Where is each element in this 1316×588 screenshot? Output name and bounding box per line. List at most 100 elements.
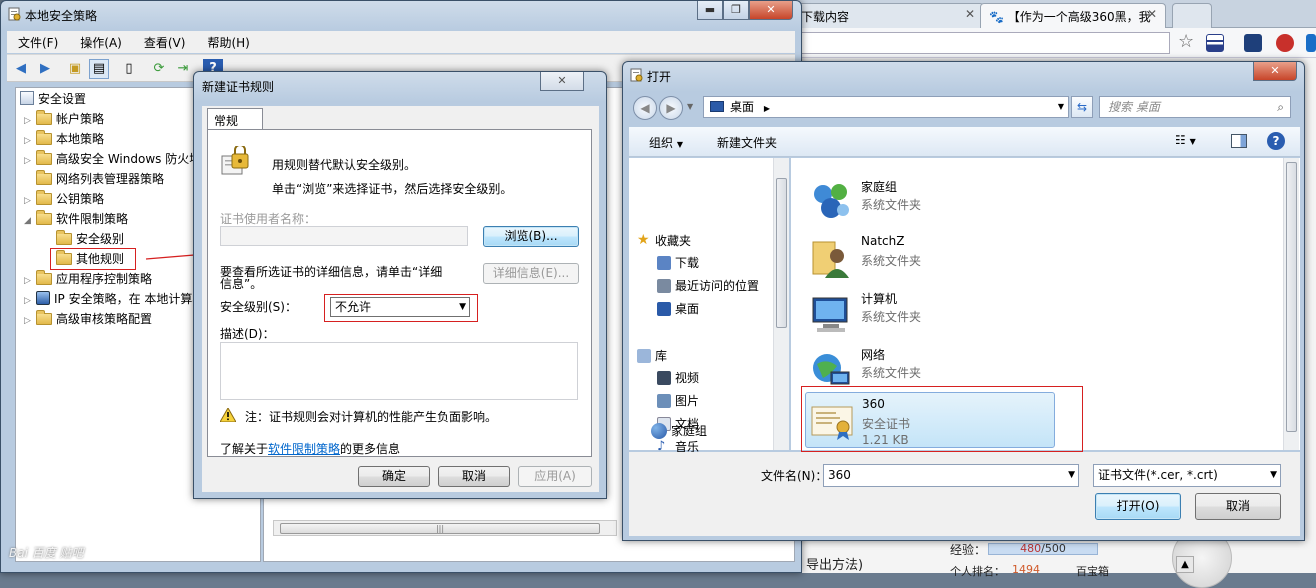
nav-item-homegroup[interactable]: 家庭组 xyxy=(651,422,707,440)
path-dropdown-icon[interactable]: ▼ xyxy=(1058,97,1064,117)
tree-node-advanced-audit[interactable]: ▷ 高级审核策略配置 xyxy=(24,310,152,328)
chevron-down-icon: ▼ xyxy=(676,140,683,149)
open-file-dialog: 打开 ✕ ◀ ▶ ▼ 桌面 ▶ ▼ ⇆ 搜索 桌面 ⌕ 组织 ▼ 新建文件夹 ☷… xyxy=(622,61,1305,541)
description-textarea[interactable] xyxy=(220,342,578,400)
properties-icon[interactable]: ▯ xyxy=(119,59,139,79)
menu-view[interactable]: 查看(V) xyxy=(133,34,197,51)
folder-icon xyxy=(56,230,72,245)
menu-help[interactable]: 帮助(H) xyxy=(196,34,260,51)
browse-button[interactable]: 浏览(B)... xyxy=(483,226,579,247)
nav-item-recent-places[interactable]: 最近访问的位置 xyxy=(657,277,759,295)
forward-arrow-icon[interactable]: ▶ xyxy=(659,96,683,120)
navigation-scrollbar[interactable] xyxy=(773,158,789,450)
star-icon[interactable]: ☆ xyxy=(1178,31,1194,52)
file-item-homegroup[interactable]: 家庭组 系统文件夹 xyxy=(805,174,1055,228)
close-icon[interactable]: ✕ xyxy=(965,7,975,21)
expand-arrow-icon[interactable]: ▷ xyxy=(24,272,36,290)
show-tree-icon[interactable]: ▤ xyxy=(89,59,109,79)
tree-node-security-settings[interactable]: 安全设置 xyxy=(20,90,86,108)
forward-extension-icon[interactable] xyxy=(1244,34,1262,52)
refresh-icon[interactable]: ⟳ xyxy=(149,59,169,79)
expand-arrow-icon[interactable]: ▷ xyxy=(24,292,36,310)
help-icon[interactable]: ? xyxy=(1267,132,1285,150)
tree-node-app-control[interactable]: ▷ 应用程序控制策略 xyxy=(24,270,152,288)
close-button[interactable]: ✕ xyxy=(540,72,584,91)
close-button[interactable]: ✕ xyxy=(1253,62,1297,81)
file-type: 系统文件夹 xyxy=(861,366,922,380)
file-list-scrollbar[interactable] xyxy=(1283,158,1299,450)
tree-node-network-list[interactable]: 网络列表管理器策略 xyxy=(36,170,164,188)
scrollbar-thumb[interactable] xyxy=(1286,162,1297,432)
highlight-box-security-level xyxy=(324,294,478,322)
recent-pages-chevron-icon[interactable]: ▼ xyxy=(687,102,693,111)
tab-downloads[interactable]: 下载内容 ✕ xyxy=(792,3,984,28)
details-button[interactable]: 详细信息(E)... xyxy=(483,263,579,284)
minimize-button[interactable]: ▬ xyxy=(697,1,723,20)
new-folder-button[interactable]: 新建文件夹 xyxy=(717,134,777,151)
open-button[interactable]: 打开(O) xyxy=(1095,493,1181,520)
back-arrow-icon[interactable]: ◀ xyxy=(633,96,657,120)
up-folder-icon[interactable]: ▣ xyxy=(65,59,85,79)
tree-node-security-levels[interactable]: 安全级别 xyxy=(56,230,124,248)
scrollbar-thumb[interactable] xyxy=(776,178,787,328)
menu-action[interactable]: 操作(A) xyxy=(69,34,133,51)
export-list-icon[interactable]: ⇥ xyxy=(173,59,193,79)
menu-file[interactable]: 文件(F) xyxy=(7,34,69,51)
search-input[interactable]: 搜索 桌面 ⌕ xyxy=(1099,96,1291,118)
path-segment-desktop[interactable]: 桌面 xyxy=(730,100,754,114)
reading-list-icon[interactable] xyxy=(1206,34,1224,52)
tree-node-ip-security[interactable]: ▷ IP 安全策略，在 本地计算机 xyxy=(24,290,204,308)
expand-arrow-icon[interactable]: ▷ xyxy=(24,312,36,330)
new-tab-button[interactable] xyxy=(1172,3,1212,28)
pinterest-icon[interactable] xyxy=(1276,34,1294,52)
software-restriction-link[interactable]: 软件限制策略 xyxy=(268,442,340,456)
nav-item-videos[interactable]: 视频 xyxy=(657,369,699,387)
tree-node-account-policies[interactable]: ▷ 帐户策略 xyxy=(24,110,104,128)
cancel-button[interactable]: 取消 xyxy=(438,466,510,487)
tree-node-firewall[interactable]: ▷ 高级安全 Windows 防火墙 xyxy=(24,150,201,168)
address-bar[interactable] xyxy=(800,32,1170,54)
filename-label: 文件名(N)： xyxy=(761,469,828,483)
tab-general[interactable]: 常规 xyxy=(207,108,263,130)
nav-item-libraries[interactable]: 库 xyxy=(637,347,667,365)
nav-item-downloads[interactable]: 下载 xyxy=(657,254,699,272)
scroll-top-button[interactable]: ▲ xyxy=(1176,556,1194,573)
apply-button[interactable]: 应用(A) xyxy=(518,466,592,487)
view-options-icon[interactable]: ☷ ▼ xyxy=(1175,133,1209,151)
file-item-computer[interactable]: 计算机 系统文件夹 xyxy=(805,286,1055,340)
nav-item-favorites[interactable]: ★ 收藏夹 xyxy=(637,232,691,250)
expand-arrow-icon[interactable]: ▷ xyxy=(24,132,36,150)
forward-arrow-icon[interactable]: ▶ xyxy=(35,59,55,79)
tree-node-software-restriction[interactable]: ◢ 软件限制策略 xyxy=(24,210,128,228)
nav-item-desktop[interactable]: 桌面 xyxy=(657,300,699,318)
breadcrumb-arrow-icon[interactable]: ▶ xyxy=(764,104,770,113)
certificate-subject-field[interactable] xyxy=(220,226,468,246)
window-controls: ▬ ❐ ✕ xyxy=(697,1,793,20)
close-button[interactable]: ✕ xyxy=(749,1,793,20)
collapse-arrow-icon[interactable]: ◢ xyxy=(24,212,36,230)
ok-button[interactable]: 确定 xyxy=(358,466,430,487)
expand-arrow-icon[interactable]: ▷ xyxy=(24,112,36,130)
expand-arrow-icon[interactable]: ▷ xyxy=(24,152,36,170)
cancel-button[interactable]: 取消 xyxy=(1195,493,1281,520)
nav-item-pictures[interactable]: 图片 xyxy=(657,392,699,410)
refresh-icon[interactable]: ⇆ xyxy=(1071,96,1093,118)
close-icon[interactable]: ✕ xyxy=(1147,7,1157,21)
back-arrow-icon[interactable]: ◀ xyxy=(11,59,31,79)
tab-article[interactable]: 🐾 【作为一个高级360黑，我 ✕ xyxy=(980,3,1166,28)
preview-pane-icon[interactable] xyxy=(1231,134,1247,148)
filename-input[interactable]: 360 ▼ xyxy=(823,464,1079,487)
expand-arrow-icon[interactable]: ▷ xyxy=(24,192,36,210)
tree-node-local-policies[interactable]: ▷ 本地策略 xyxy=(24,130,104,148)
file-item-user[interactable]: NatchZ 系统文件夹 xyxy=(805,230,1055,284)
address-path[interactable]: 桌面 ▶ ▼ xyxy=(703,96,1069,118)
file-name: NatchZ xyxy=(861,234,905,248)
extension-icon[interactable] xyxy=(1306,34,1316,52)
tree-node-public-key[interactable]: ▷ 公钥策略 xyxy=(24,190,104,208)
maximize-button[interactable]: ❐ xyxy=(723,1,749,20)
organize-button[interactable]: 组织 ▼ xyxy=(649,134,683,151)
navigation-row: ◀ ▶ ▼ 桌面 ▶ ▼ ⇆ 搜索 桌面 ⌕ xyxy=(629,92,1300,124)
scrollbar-thumb[interactable]: ||| xyxy=(280,523,600,534)
horizontal-scrollbar[interactable]: ||| xyxy=(273,520,617,536)
file-type-filter[interactable]: 证书文件(*.cer, *.crt) ▼ xyxy=(1093,464,1281,487)
